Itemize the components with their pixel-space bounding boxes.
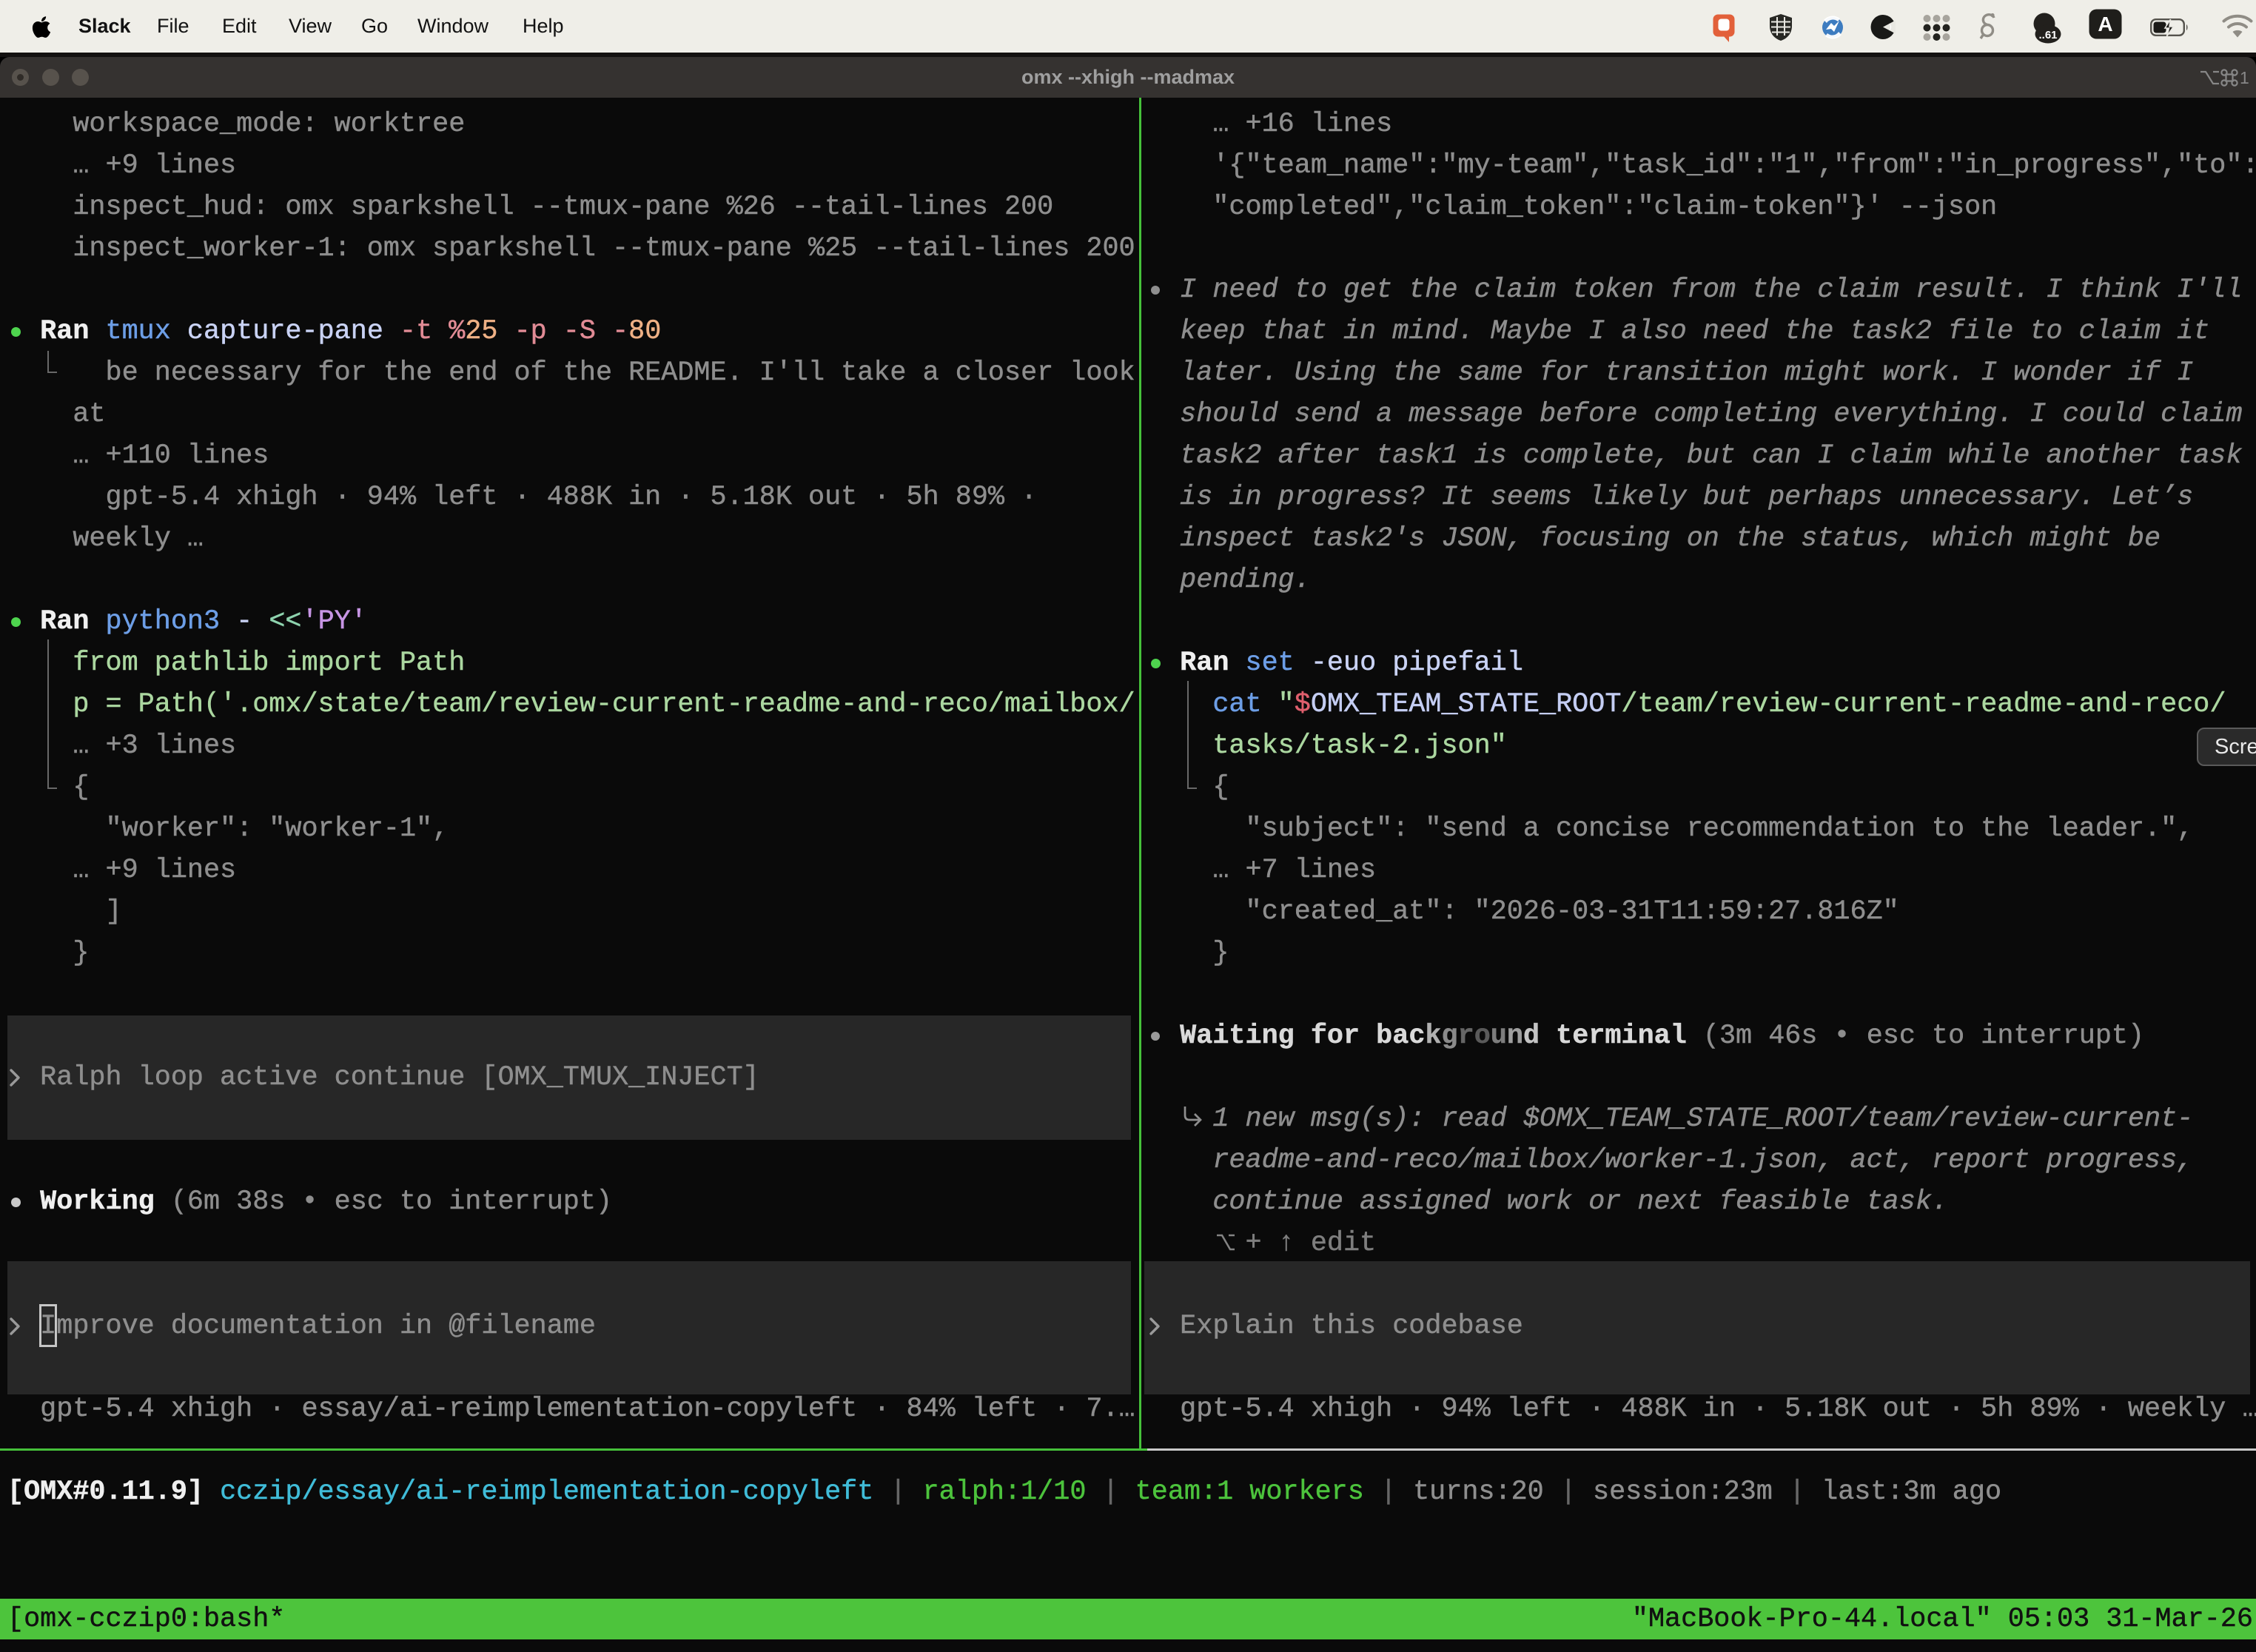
svg-text:A: A xyxy=(2098,13,2112,36)
svg-text:1: 1 xyxy=(2240,69,2249,87)
svg-text:..61: ..61 xyxy=(2038,29,2057,41)
